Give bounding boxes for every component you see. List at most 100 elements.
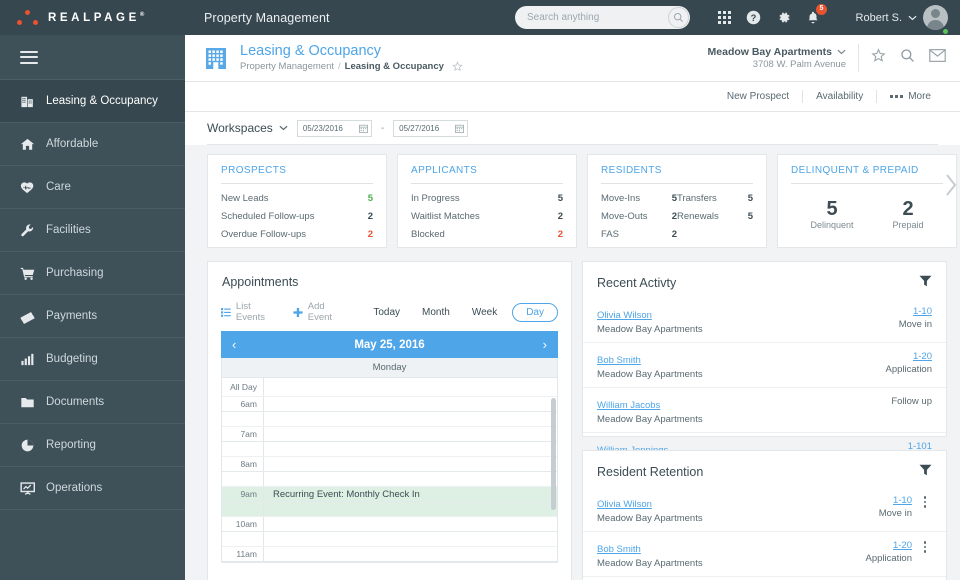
calendar-slot-cell[interactable] <box>264 547 557 561</box>
calendar-scrollbar[interactable] <box>551 398 556 510</box>
calendar-slot-cell[interactable] <box>264 562 557 563</box>
calendar-slot-cell[interactable] <box>264 472 557 486</box>
kpi-card-delinquent-prepaid[interactable]: DELINQUENT & PREPAID 5 Delinquent 2 Prep… <box>777 154 957 248</box>
list-item[interactable]: Bob Smith Meadow Bay Apartments 1-20 App… <box>583 342 946 387</box>
favorite-button[interactable] <box>871 48 886 68</box>
calendar-view-month[interactable]: Month <box>411 307 461 318</box>
sidebar-item-payments[interactable]: Payments <box>0 295 185 338</box>
calendar-prev-button[interactable]: ‹ <box>232 337 236 352</box>
resident-name-link[interactable]: Olivia Wilson <box>597 310 652 321</box>
calendar-allday-row[interactable]: All Day <box>222 378 557 397</box>
user-menu[interactable]: Robert S. <box>856 0 949 35</box>
more-button[interactable]: More <box>877 91 944 102</box>
sidebar-item-care[interactable]: Care <box>0 166 185 209</box>
calendar-slot[interactable] <box>222 472 557 487</box>
calendar-slot-cell[interactable] <box>264 517 557 531</box>
list-item[interactable]: Olivia Wilson Meadow Bay Apartments 1-10… <box>583 487 946 531</box>
calendar-slot-event[interactable]: 9am Recurring Event: Monthly Check In <box>222 487 557 502</box>
list-item[interactable]: Bob Smith Meadow Bay Apartments 1-20 App… <box>583 531 946 576</box>
resident-name-link[interactable]: Olivia Wilson <box>597 499 652 510</box>
calendar-slot-cell[interactable] <box>264 532 557 546</box>
help-button[interactable]: ? <box>746 10 761 25</box>
availability-button[interactable]: Availability <box>803 91 876 102</box>
sidebar-item-leasing-occupancy[interactable]: Leasing & Occupancy <box>0 80 185 123</box>
kpi-title: PROSPECTS <box>221 165 287 176</box>
search-input[interactable] <box>515 12 668 23</box>
kpi-card-residents[interactable]: RESIDENTS Move-Ins 5 Move-Outs 2 FAS 2 Tran… <box>587 154 767 248</box>
calendar-slot[interactable] <box>222 562 557 563</box>
workspaces-dropdown[interactable]: Workspaces <box>207 121 288 135</box>
list-events-button[interactable]: List Events <box>221 301 278 323</box>
panel-title: Appointments <box>222 275 299 289</box>
calendar-slot[interactable]: 11am <box>222 547 557 562</box>
panel-title: Recent Activty <box>597 275 677 290</box>
sidebar-item-purchasing[interactable]: Purchasing <box>0 252 185 295</box>
sidebar-item-operations[interactable]: Operations <box>0 467 185 510</box>
calendar-slot-cell[interactable] <box>264 442 557 456</box>
add-event-button[interactable]: Add Event <box>293 301 347 323</box>
calendar-slot[interactable]: 6am <box>222 397 557 412</box>
calendar-slot[interactable] <box>222 532 557 547</box>
calendar-slot-cell[interactable] <box>264 457 557 471</box>
settings-button[interactable] <box>776 10 791 25</box>
date-from-field[interactable]: 05/23/2016 <box>296 119 372 137</box>
calendar-slot[interactable] <box>222 412 557 427</box>
calendar-view-today[interactable]: Today <box>362 307 411 318</box>
avatar[interactable] <box>923 5 948 30</box>
list-item[interactable]: William Jacobs Meadow Bay Apartments Fol… <box>583 387 946 432</box>
row-menu-button[interactable] <box>918 494 932 508</box>
new-prospect-button[interactable]: New Prospect <box>714 91 802 102</box>
calendar-slot-event[interactable] <box>222 502 557 517</box>
calendar-next-button[interactable]: › <box>543 337 547 352</box>
breadcrumb-parent[interactable]: Property Management <box>240 60 334 73</box>
calendar-slot-cell[interactable] <box>264 412 557 426</box>
calendar-slot[interactable]: 8am <box>222 457 557 472</box>
calendar-view-day[interactable]: Day <box>512 302 558 322</box>
breadcrumb: Property Management / Leasing & Occupanc… <box>240 60 708 73</box>
calendar-slot-cell[interactable] <box>264 427 557 441</box>
kpi-card-prospects[interactable]: PROSPECTS New Leads 5 Scheduled Follow-up… <box>207 154 387 248</box>
unit-link[interactable]: 1-10 <box>899 305 932 318</box>
resident-name-link[interactable]: Bob Smith <box>597 544 641 555</box>
calendar-slot[interactable]: 7am <box>222 427 557 442</box>
resident-name-link[interactable]: Bob Smith <box>597 355 641 366</box>
page-search-button[interactable] <box>900 48 915 68</box>
search-button[interactable] <box>668 7 689 28</box>
calendar-slot-cell[interactable] <box>264 397 557 411</box>
kpi-row: Waitlist Matches 2 <box>411 208 563 226</box>
calendar-slot[interactable]: 10am <box>222 517 557 532</box>
apps-grid-button[interactable] <box>718 11 731 24</box>
favorite-star-icon[interactable] <box>452 61 463 72</box>
filter-button[interactable] <box>919 464 932 479</box>
calendar-event-title[interactable]: Recurring Event: Monthly Check In <box>264 487 557 501</box>
kpi-row: Move-Ins 5 <box>601 190 677 208</box>
calendar-slot-cell[interactable] <box>264 502 557 516</box>
unit-link[interactable]: 1-20 <box>886 350 932 363</box>
kpi-row-value: 5 <box>747 193 753 204</box>
realpage-logo[interactable]: REALPAGE® <box>0 0 185 35</box>
unit-link[interactable]: 1-10 <box>879 494 912 507</box>
property-selector[interactable]: Meadow Bay Apartments 3708 W. Palm Avenu… <box>708 46 846 70</box>
global-search[interactable] <box>515 6 690 29</box>
sidebar-item-documents[interactable]: Documents <box>0 381 185 424</box>
row-menu-button[interactable] <box>918 539 932 553</box>
calendar-slot[interactable] <box>222 442 557 457</box>
calendar-allday-cell[interactable] <box>264 378 557 396</box>
filter-button[interactable] <box>919 275 932 290</box>
kpi-card-applicants[interactable]: APPLICANTS In Progress 5 Waitlist Matches… <box>397 154 577 248</box>
mail-button[interactable] <box>929 49 946 67</box>
sidebar-item-reporting[interactable]: Reporting <box>0 424 185 467</box>
sidebar-item-budgeting[interactable]: Budgeting <box>0 338 185 381</box>
calendar-view-week[interactable]: Week <box>461 307 508 318</box>
list-item[interactable]: Olivia Wilson Meadow Bay Apartments 1-10… <box>583 298 946 342</box>
unit-link[interactable]: 1-20 <box>866 539 912 552</box>
sidebar-item-facilities[interactable]: Facilities <box>0 209 185 252</box>
sidebar-item-affordable[interactable]: Affordable <box>0 123 185 166</box>
list-item[interactable]: William Jacobs Meadow Bay Apartments Fol… <box>583 576 946 580</box>
filter-icon <box>919 275 932 287</box>
kpi-carousel-next-button[interactable] <box>945 173 958 201</box>
resident-name-link[interactable]: William Jacobs <box>597 400 660 411</box>
sidebar-toggle-button[interactable] <box>0 35 185 80</box>
notifications-button[interactable]: 5 <box>806 4 827 25</box>
date-to-field[interactable]: 05/27/2016 <box>393 119 469 137</box>
